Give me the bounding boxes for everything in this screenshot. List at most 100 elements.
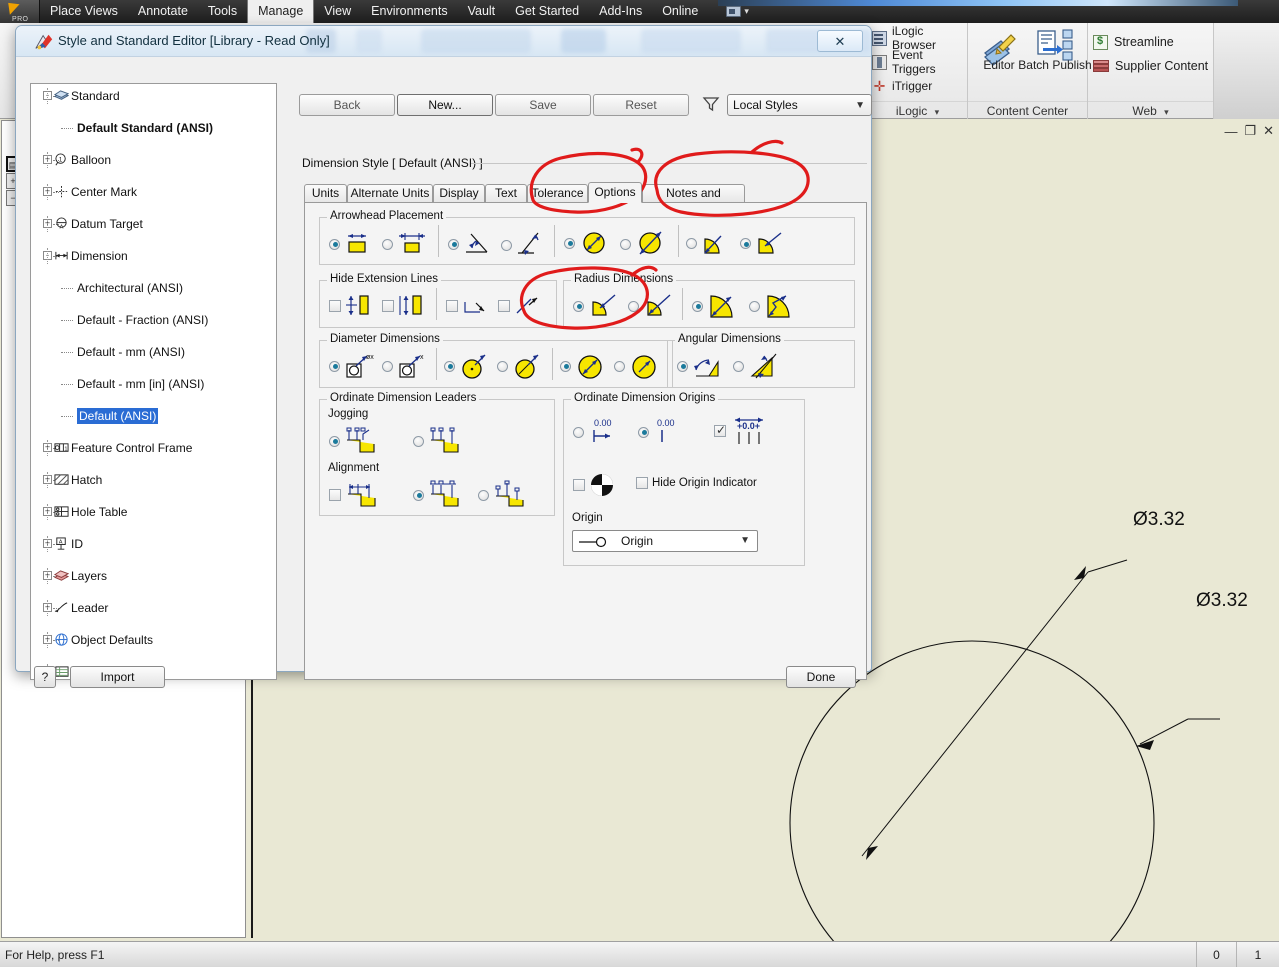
style-tree[interactable]: - Standard Default Standard (ANSI) +1 Balloo… [30, 83, 277, 680]
radio-button[interactable] [573, 426, 584, 438]
option-alignment-aligned[interactable] [413, 480, 464, 510]
tree-item-architectural-ansi[interactable]: Architectural (ANSI) [31, 280, 276, 296]
radio-button[interactable] [329, 360, 340, 372]
radio-button[interactable] [478, 489, 489, 501]
dialog-close-button[interactable]: ✕ [817, 30, 863, 52]
tree-item-datum-target[interactable]: + A Datum Target [31, 216, 276, 232]
radio-button[interactable] [564, 237, 575, 249]
document-restore-button[interactable]: ❐ [1244, 123, 1256, 139]
ribbon-tab-vault[interactable]: Vault [458, 0, 506, 23]
tree-item-default-standard-ansi[interactable]: Default Standard (ANSI) [31, 120, 276, 136]
option-radius-dim-style-1[interactable] [573, 292, 618, 320]
styles-filter-combo[interactable]: Local Styles ▼ [727, 94, 872, 116]
option-show-zero-value[interactable]: +0.0+ [714, 414, 772, 448]
option-jogging-off[interactable] [413, 426, 464, 456]
option-alignment-none[interactable] [329, 480, 381, 510]
tab-tolerance[interactable]: Tolerance [527, 184, 588, 202]
option-diameter-dim-style-6[interactable] [614, 351, 661, 381]
tree-item-object-defaults[interactable]: + Object Defaults [31, 632, 276, 648]
radio-button[interactable] [638, 426, 649, 438]
radio-button[interactable] [560, 360, 571, 372]
import-button[interactable]: Import [70, 666, 165, 688]
tree-item-dimension[interactable]: - Dimension [31, 248, 276, 264]
tree-item-feature-control-frame[interactable]: +1 Feature Control Frame [31, 440, 276, 456]
radio-button[interactable] [329, 238, 340, 250]
checkbox[interactable] [498, 300, 510, 312]
radio-button[interactable] [501, 239, 512, 251]
radio-button[interactable] [740, 238, 751, 249]
checkbox[interactable] [382, 300, 394, 312]
option-alignment-staggered[interactable] [478, 480, 529, 510]
radio-button[interactable] [382, 360, 393, 372]
ribbon-item-ilogic-browser[interactable]: iLogic Browser [872, 24, 967, 52]
tab-alternate-units[interactable]: Alternate Units [347, 184, 433, 202]
checkbox[interactable] [636, 477, 648, 489]
document-close-button[interactable]: ✕ [1263, 123, 1274, 139]
radio-button[interactable] [614, 360, 625, 372]
option-diameter-arrow-outside[interactable] [620, 229, 667, 259]
radio-button[interactable] [677, 360, 688, 372]
radio-button[interactable] [620, 238, 631, 250]
option-arrowheads-outside[interactable] [382, 231, 427, 257]
tree-item-default-mm-ansi[interactable]: Default - mm (ANSI) [31, 344, 276, 360]
tree-item-center-mark[interactable]: + Center Mark [31, 184, 276, 200]
radio-button[interactable] [413, 435, 424, 447]
save-button[interactable]: Save [495, 94, 591, 116]
ribbon-tab-online[interactable]: Online [652, 0, 708, 23]
option-diameter-dim-style-1[interactable]: øx [329, 352, 374, 380]
new-style-button[interactable]: New... [397, 94, 493, 116]
diameter-dimension-arrow[interactable]: Ø3.32 [1196, 590, 1248, 612]
option-hide-second-extension-line[interactable] [382, 293, 424, 319]
origin-combo[interactable]: Origin ▼ [572, 530, 758, 552]
ribbon-tab-view[interactable]: View [314, 0, 361, 23]
radio-button[interactable] [497, 360, 508, 372]
option-diameter-arrow-inside[interactable] [564, 229, 609, 257]
tab-options[interactable]: Options [588, 182, 642, 203]
option-hide-leader-extension-2[interactable] [498, 294, 540, 318]
option-jogging-on[interactable] [329, 426, 380, 456]
option-diameter-dim-style-5[interactable] [560, 351, 607, 381]
option-radius-dim-style-3[interactable] [692, 291, 741, 321]
checkbox[interactable] [446, 300, 458, 312]
tab-text[interactable]: Text [485, 184, 527, 202]
option-diameter-dim-style-2[interactable]: x [382, 352, 427, 380]
option-angular-arrow-outside[interactable] [501, 231, 544, 259]
tree-item-default-fraction-ansi[interactable]: Default - Fraction (ANSI) [31, 312, 276, 328]
tree-item-layers[interactable]: + Layers [31, 568, 276, 584]
ribbon-tab-environments[interactable]: Environments [361, 0, 457, 23]
checkbox[interactable] [573, 479, 585, 491]
back-button[interactable]: Back [299, 94, 395, 116]
radio-button[interactable] [448, 238, 459, 250]
tab-units[interactable]: Units [304, 184, 347, 202]
option-origin-indicator-symbol[interactable] [573, 472, 615, 498]
option-diameter-dim-style-4[interactable] [497, 352, 542, 380]
option-angular-dim-style-1[interactable] [677, 352, 724, 380]
radio-button[interactable] [686, 238, 697, 249]
filter-icon[interactable] [702, 95, 720, 113]
tree-item-balloon[interactable]: +1 Balloon [31, 152, 276, 168]
checkbox[interactable] [714, 423, 726, 437]
reset-button[interactable]: Reset [593, 94, 689, 116]
ribbon-button-batch-publish[interactable]: Batch Publish [1018, 27, 1092, 72]
ribbon-panel-title-ilogic[interactable]: iLogic [868, 101, 967, 119]
radio-button[interactable] [692, 300, 703, 312]
radio-button[interactable] [749, 300, 760, 312]
option-radius-dim-style-2[interactable] [628, 292, 673, 320]
checkbox[interactable] [329, 300, 341, 312]
application-menu-button[interactable]: PRO [0, 0, 40, 23]
checkbox[interactable] [329, 489, 341, 501]
ribbon-item-event-triggers[interactable]: Event Triggers [872, 48, 967, 76]
ribbon-item-streamline[interactable]: Streamline [1093, 30, 1208, 54]
tree-item-id[interactable]: + A ID [31, 536, 276, 552]
done-button[interactable]: Done [786, 666, 856, 688]
document-minimize-button[interactable]: — [1224, 124, 1237, 139]
ribbon-item-itrigger[interactable]: ✛ iTrigger [872, 74, 967, 98]
dialog-title-bar[interactable]: Style and Standard Editor [Library - Rea… [16, 26, 871, 57]
tab-notes-and-leaders[interactable]: Notes and Leaders [642, 184, 745, 217]
tree-item-default-ansi[interactable]: Default (ANSI) [31, 408, 276, 424]
tab-display[interactable]: Display [433, 184, 485, 202]
radio-button[interactable] [413, 489, 424, 501]
radio-button[interactable] [733, 360, 744, 372]
tree-item-default-mm-in-ansi[interactable]: Default - mm [in] (ANSI) [31, 376, 276, 392]
ribbon-tab-tools[interactable]: Tools [198, 0, 247, 23]
